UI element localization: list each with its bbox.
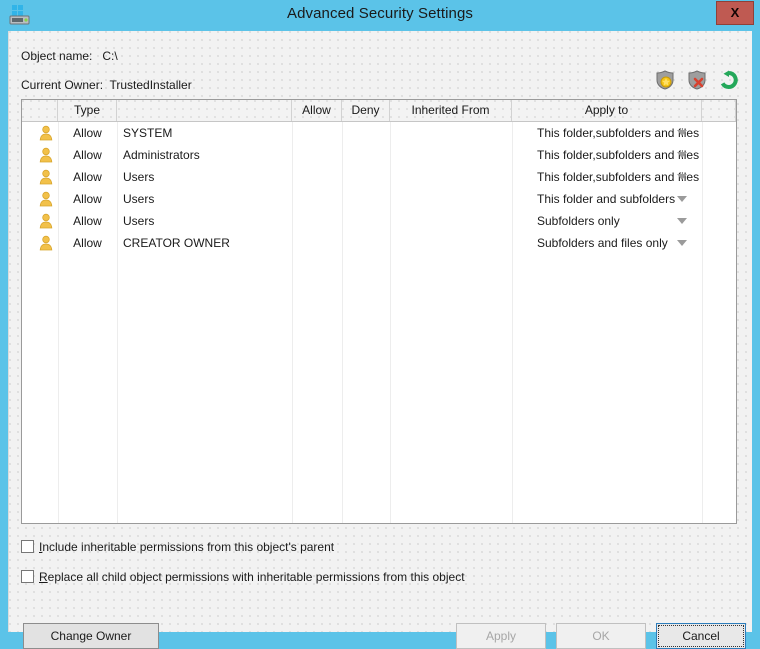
permission-row[interactable]: Allow Users Subfolders only	[22, 210, 736, 232]
cell-type: Allow	[73, 214, 102, 228]
permission-entries-list[interactable]: Type Allow Deny Inherited From Apply to Allo…	[21, 99, 737, 524]
cell-inherited-from	[390, 188, 512, 210]
cell-allow	[292, 122, 342, 144]
cell-principal-name: SYSTEM	[123, 126, 173, 140]
cell-deny	[342, 144, 390, 166]
close-button[interactable]: X	[716, 1, 754, 25]
cell-inherited-from	[390, 144, 512, 166]
apply-to-dropdown-arrow-icon[interactable]	[677, 196, 687, 202]
column-header-spacer[interactable]	[702, 100, 736, 121]
column-header-name[interactable]	[117, 100, 292, 121]
column-header-allow[interactable]: Allow	[292, 100, 342, 121]
cell-type: Allow	[73, 170, 102, 184]
permission-row[interactable]: Allow CREATOR OWNER Subfolders and files o…	[22, 232, 736, 254]
cell-principal-name: Users	[123, 192, 155, 206]
cell-deny	[342, 232, 390, 254]
cell-deny	[342, 210, 390, 232]
cell-type: Allow	[73, 126, 102, 140]
permission-row[interactable]: Allow SYSTEM This folder,subfolders and fi…	[22, 122, 736, 144]
permission-row[interactable]: Allow Users This folder and subfolders	[22, 188, 736, 210]
cell-principal-name: Administrators	[123, 148, 200, 162]
cell-allow	[292, 232, 342, 254]
change-owner-button[interactable]: Change Owner	[23, 623, 159, 649]
user-icon	[38, 235, 54, 251]
add-permission-shield-icon[interactable]	[654, 69, 676, 91]
current-owner-label: Current Owner: TrustedInstaller	[21, 78, 192, 92]
list-header-row: Type Allow Deny Inherited From Apply to	[22, 100, 736, 122]
permission-row[interactable]: Allow Users This folder,subfolders and fil…	[22, 166, 736, 188]
apply-to-dropdown-arrow-icon[interactable]	[677, 174, 687, 180]
cancel-button[interactable]: Cancel	[656, 623, 746, 649]
column-header-icon[interactable]	[22, 100, 58, 121]
user-icon	[38, 147, 54, 163]
window-title: Advanced Security Settings	[286, 5, 474, 22]
replace-rest-text: eplace all child object permissions with…	[47, 570, 465, 584]
user-icon	[38, 169, 54, 185]
cell-type: Allow	[73, 148, 102, 162]
cell-inherited-from	[390, 210, 512, 232]
user-icon	[38, 125, 54, 141]
column-header-deny[interactable]: Deny	[342, 100, 390, 121]
include-rest-text: nclude inheritable permissions from this…	[42, 540, 335, 554]
cell-type: Allow	[73, 236, 102, 250]
cell-principal-name: Users	[123, 170, 155, 184]
apply-to-dropdown-arrow-icon[interactable]	[677, 240, 687, 246]
include-inheritable-label[interactable]: Include inheritable permissions from thi…	[39, 539, 334, 555]
cell-inherited-from	[390, 122, 512, 144]
advanced-security-settings-window: Advanced Security Settings X Object name…	[0, 0, 760, 649]
cell-allow	[292, 166, 342, 188]
restore-defaults-icon[interactable]	[718, 69, 740, 91]
apply-to-dropdown-arrow-icon[interactable]	[677, 218, 687, 224]
cell-inherited-from	[390, 232, 512, 254]
cell-allow	[292, 210, 342, 232]
list-body: Allow SYSTEM This folder,subfolders and fi…	[22, 122, 736, 523]
column-header-type[interactable]: Type	[58, 100, 117, 121]
column-header-inherited[interactable]: Inherited From	[390, 100, 512, 121]
cell-allow	[292, 144, 342, 166]
apply-to-dropdown-arrow-icon[interactable]	[677, 130, 687, 136]
user-icon	[38, 213, 54, 229]
dialog-client-area: Object name: C:\ Current Owner: TrustedI…	[8, 31, 752, 649]
permission-toolbar	[654, 69, 740, 93]
replace-child-permissions-checkbox[interactable]	[21, 570, 34, 583]
replace-accel-char: R	[39, 570, 48, 584]
apply-to-dropdown-arrow-icon[interactable]	[677, 152, 687, 158]
cell-deny	[342, 122, 390, 144]
cell-type: Allow	[73, 192, 102, 206]
permission-row[interactable]: Allow Administrators This folder,subfolder…	[22, 144, 736, 166]
title-bar[interactable]: Advanced Security Settings X	[0, 0, 760, 31]
user-icon	[38, 191, 54, 207]
replace-child-permissions-label[interactable]: Replace all child object permissions wit…	[39, 569, 465, 585]
cell-principal-name: CREATOR OWNER	[123, 236, 230, 250]
include-inheritable-checkbox[interactable]	[21, 540, 34, 553]
cell-principal-name: Users	[123, 214, 155, 228]
cell-inherited-from	[390, 166, 512, 188]
focus-ring	[658, 625, 744, 647]
ok-button[interactable]: OK	[556, 623, 646, 649]
column-header-applyto[interactable]: Apply to	[512, 100, 702, 121]
cell-deny	[342, 188, 390, 210]
object-name-label: Object name: C:\	[21, 49, 118, 63]
cell-allow	[292, 188, 342, 210]
remove-permission-shield-icon[interactable]	[686, 69, 708, 91]
apply-button[interactable]: Apply	[456, 623, 546, 649]
cell-deny	[342, 166, 390, 188]
